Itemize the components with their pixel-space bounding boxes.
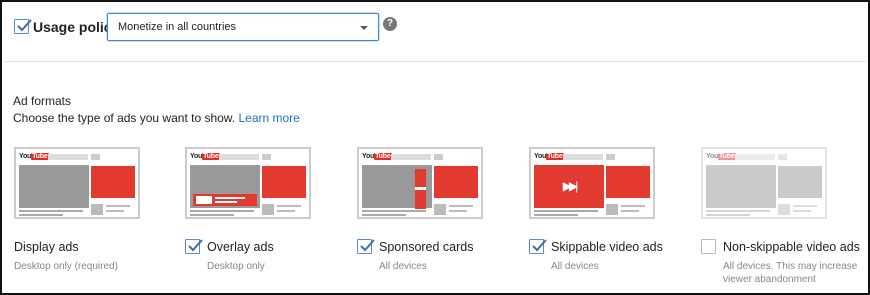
non-skippable-ads-thumbnail: YouTube	[701, 147, 827, 219]
checkmark-icon	[17, 19, 32, 32]
non-skippable-ads-sub: All devices. This may increase viewer ab…	[723, 261, 858, 285]
youtube-logo-icon: YouTube	[534, 153, 564, 160]
skippable-ads-thumbnail: YouTube ▶▶|	[529, 147, 655, 219]
sponsored-cards-thumbnail: YouTube	[357, 147, 483, 219]
overlay-ads-thumbnail: YouTube	[185, 147, 311, 219]
display-ads-thumbnail: YouTube	[14, 147, 140, 219]
display-ads-sub: Desktop only (required)	[14, 261, 118, 272]
chevron-down-icon	[360, 26, 368, 30]
checkmark-icon	[188, 239, 203, 252]
usage-policy-select-value: Monetize in all countries	[118, 21, 237, 33]
overlay-ads-label[interactable]: Overlay ads	[207, 240, 274, 254]
divider	[4, 61, 866, 62]
overlay-ads-checkbox[interactable]	[185, 239, 203, 254]
skippable-ads-label[interactable]: Skippable video ads	[551, 240, 663, 254]
youtube-logo-icon: YouTube	[362, 153, 392, 160]
usage-policy-select[interactable]: Monetize in all countries	[107, 13, 379, 41]
monetization-panel: Usage policy Monetize in all countries ?…	[0, 0, 870, 295]
youtube-logo-icon: YouTube	[706, 153, 736, 160]
skip-forward-icon: ▶▶|	[562, 179, 579, 193]
skippable-ads-checkbox[interactable]	[529, 239, 547, 254]
sponsored-cards-checkbox[interactable]	[357, 239, 375, 254]
usage-policy-checkbox[interactable]	[14, 19, 32, 34]
learn-more-link[interactable]: Learn more	[238, 111, 299, 125]
ad-formats-description-text: Choose the type of ads you want to show.	[13, 111, 236, 125]
sponsored-cards-sub: All devices	[379, 261, 427, 272]
question-mark-icon[interactable]: ?	[383, 17, 397, 31]
overlay-ads-sub: Desktop only	[207, 261, 265, 272]
non-skippable-ads-label[interactable]: Non-skippable video ads	[723, 240, 860, 254]
checkmark-icon	[360, 239, 375, 252]
ad-formats-title: Ad formats	[13, 94, 72, 108]
ad-formats-description: Choose the type of ads you want to show.…	[13, 111, 300, 125]
youtube-logo-icon: YouTube	[190, 153, 220, 160]
sponsored-cards-label[interactable]: Sponsored cards	[379, 240, 474, 254]
checkmark-icon	[532, 239, 547, 252]
non-skippable-ads-checkbox[interactable]	[701, 239, 716, 254]
display-ads-label: Display ads	[14, 240, 79, 254]
video-player-icon	[706, 165, 776, 208]
skippable-ads-sub: All devices	[551, 261, 599, 272]
video-player-icon	[19, 165, 89, 208]
youtube-logo-icon: YouTube	[19, 153, 49, 160]
